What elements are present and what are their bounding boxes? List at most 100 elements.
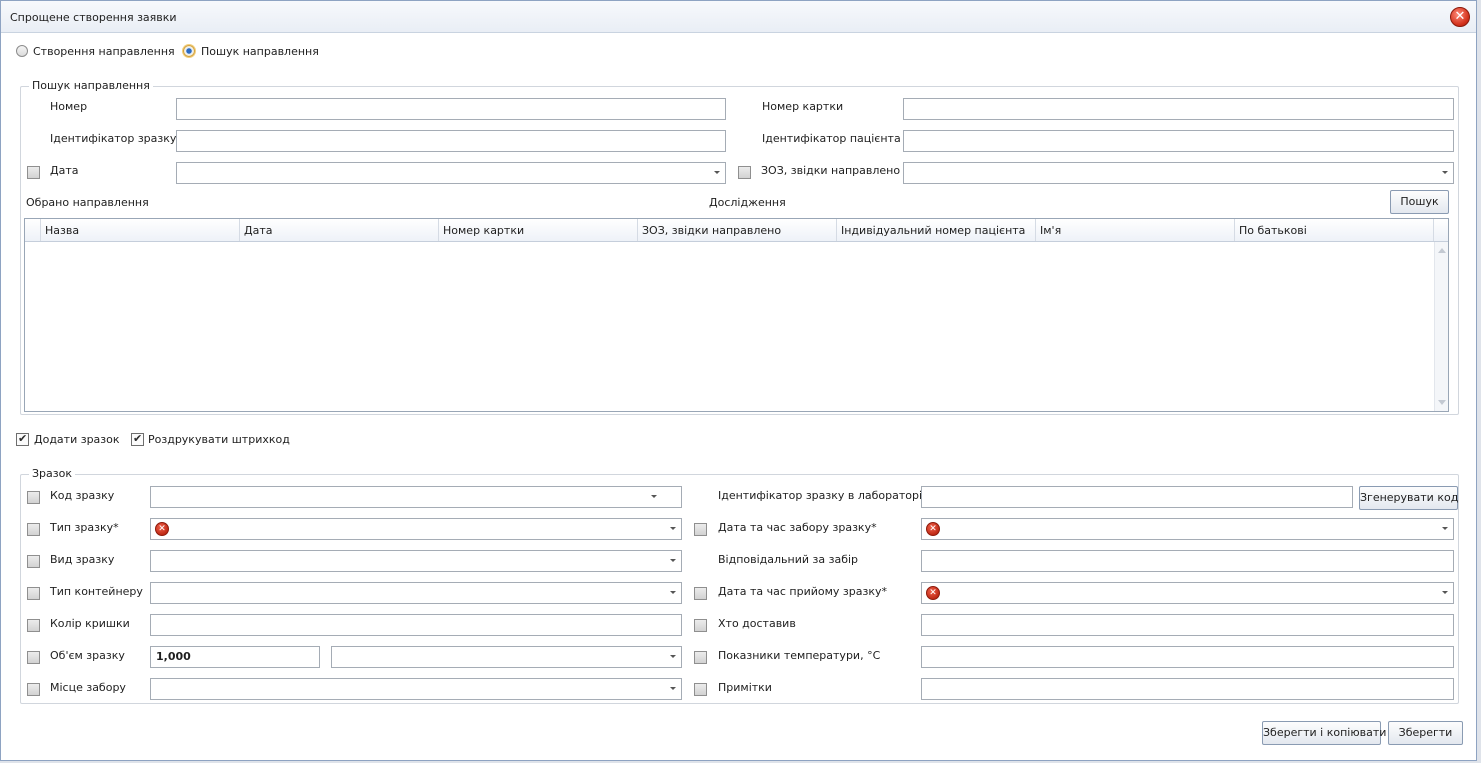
number-label: Номер [50, 100, 88, 113]
dialog-window: Спрощене створення заявки ✕ Створення на… [0, 0, 1477, 761]
sample-type-checkbox[interactable] [27, 523, 40, 536]
receive-datetime-label: Дата та час прийому зразку* [718, 585, 887, 598]
temperature-checkbox[interactable] [694, 651, 707, 664]
window-title: Спрощене створення заявки [10, 11, 177, 24]
column-header[interactable]: Номер картки [439, 219, 638, 241]
card-number-input[interactable] [903, 98, 1454, 120]
grid-header: Назва Дата Номер картки ЗОЗ, звідки напр… [25, 219, 1448, 242]
chevron-down-icon[interactable] [670, 655, 676, 658]
column-header[interactable]: Індивідуальний номер пацієнта [837, 219, 1036, 241]
lab-sample-id-input[interactable] [921, 486, 1353, 508]
collect-datetime-checkbox[interactable] [694, 523, 707, 536]
patient-id-label: Ідентифікатор пацієнта [762, 132, 901, 145]
sample-kind-label: Вид зразку [50, 553, 115, 566]
sample-code-combo[interactable] [150, 486, 682, 508]
volume-input[interactable]: 1,000 [150, 646, 320, 668]
volume-checkbox[interactable] [27, 651, 40, 664]
scroll-up-icon[interactable] [1438, 248, 1446, 253]
collection-place-checkbox[interactable] [27, 683, 40, 696]
save-and-copy-button[interactable]: Зберегти і копіювати [1262, 721, 1386, 745]
cap-color-label: Колір кришки [50, 617, 130, 630]
receive-datetime-checkbox[interactable] [694, 587, 707, 600]
selected-referral-label: Обрано направлення [26, 196, 149, 209]
hcf-combo[interactable] [903, 162, 1454, 184]
column-header[interactable]: Дата [240, 219, 439, 241]
container-type-checkbox[interactable] [27, 587, 40, 600]
create-mode-radio[interactable] [16, 45, 28, 57]
temperature-label: Показники температури, °С [718, 649, 881, 662]
sample-code-checkbox[interactable] [27, 491, 40, 504]
number-input[interactable] [176, 98, 726, 120]
sample-group-title: Зразок [29, 467, 75, 480]
print-barcode-checkbox[interactable] [131, 432, 144, 446]
column-header[interactable]: По батькові [1235, 219, 1434, 241]
save-button[interactable]: Зберегти [1388, 721, 1463, 745]
notes-label: Примітки [718, 681, 772, 694]
delivered-by-input[interactable] [921, 614, 1454, 636]
collection-place-label: Місце забору [50, 681, 126, 694]
title-bar: Спрощене створення заявки ✕ [1, 1, 1476, 33]
column-header[interactable]: Ім'я [1036, 219, 1235, 241]
chevron-down-icon[interactable] [1442, 591, 1448, 594]
chevron-down-icon[interactable] [670, 687, 676, 690]
search-mode-radio[interactable] [183, 45, 195, 57]
date-combo[interactable] [176, 162, 726, 184]
search-group-title: Пошук направлення [29, 79, 153, 92]
error-icon: ✕ [926, 522, 940, 536]
date-label: Дата [50, 164, 79, 177]
collect-datetime-combo[interactable]: ✕ [921, 518, 1454, 540]
research-label: Дослідження [709, 196, 786, 209]
sample-id-label: Ідентифікатор зразку [50, 132, 177, 145]
container-type-combo[interactable] [150, 582, 682, 604]
add-sample-checkbox[interactable] [16, 432, 29, 446]
generate-code-button[interactable]: Згенерувати код [1359, 486, 1458, 510]
responsible-input[interactable] [921, 550, 1454, 572]
sample-kind-checkbox[interactable] [27, 555, 40, 568]
chevron-down-icon[interactable] [1442, 527, 1448, 530]
error-icon: ✕ [926, 586, 940, 600]
search-mode-label[interactable]: Пошук направлення [201, 45, 319, 58]
chevron-down-icon[interactable] [1442, 171, 1448, 174]
chevron-down-icon[interactable] [714, 171, 720, 174]
vertical-scrollbar[interactable] [1434, 242, 1448, 411]
chevron-down-icon[interactable] [651, 495, 657, 498]
notes-input[interactable] [921, 678, 1454, 700]
delivered-by-checkbox[interactable] [694, 619, 707, 632]
collect-datetime-label: Дата та час забору зразку* [718, 521, 877, 534]
card-number-label: Номер картки [762, 100, 844, 113]
scroll-down-icon[interactable] [1438, 400, 1446, 405]
notes-checkbox[interactable] [694, 683, 707, 696]
chevron-down-icon[interactable] [670, 591, 676, 594]
create-mode-label[interactable]: Створення направлення [33, 45, 175, 58]
volume-label: Об'єм зразку [50, 649, 125, 662]
add-sample-label[interactable]: Додати зразок [34, 433, 120, 446]
hcf-checkbox[interactable] [738, 166, 751, 179]
receive-datetime-combo[interactable]: ✕ [921, 582, 1454, 604]
collection-place-combo[interactable] [150, 678, 682, 700]
cap-color-checkbox[interactable] [27, 619, 40, 632]
responsible-label: Відповідальний за забір [718, 553, 859, 566]
temperature-input[interactable] [921, 646, 1454, 668]
cap-color-input[interactable] [150, 614, 682, 636]
error-icon: ✕ [155, 522, 169, 536]
hcf-label: ЗОЗ, звідки направлено [761, 164, 901, 177]
sample-type-label: Тип зразку* [50, 521, 119, 534]
row-indicator [25, 219, 41, 241]
referrals-grid[interactable]: Назва Дата Номер картки ЗОЗ, звідки напр… [24, 218, 1449, 412]
lab-sample-id-label: Ідентифікатор зразку в лабораторії [718, 489, 926, 502]
sample-id-input[interactable] [176, 130, 726, 152]
close-icon[interactable]: ✕ [1450, 7, 1470, 27]
column-header[interactable]: Назва [41, 219, 240, 241]
print-barcode-label[interactable]: Роздрукувати штрихкод [148, 433, 290, 446]
sample-type-combo[interactable]: ✕ [150, 518, 682, 540]
search-button[interactable]: Пошук [1390, 190, 1449, 214]
patient-id-input[interactable] [903, 130, 1454, 152]
sample-kind-combo[interactable] [150, 550, 682, 572]
sample-code-label: Код зразку [50, 489, 115, 502]
date-checkbox[interactable] [27, 166, 40, 179]
column-header[interactable]: ЗОЗ, звідки направлено [638, 219, 837, 241]
container-type-label: Тип контейнеру [50, 585, 143, 598]
chevron-down-icon[interactable] [670, 559, 676, 562]
chevron-down-icon[interactable] [670, 527, 676, 530]
volume-unit-combo[interactable] [331, 646, 682, 668]
